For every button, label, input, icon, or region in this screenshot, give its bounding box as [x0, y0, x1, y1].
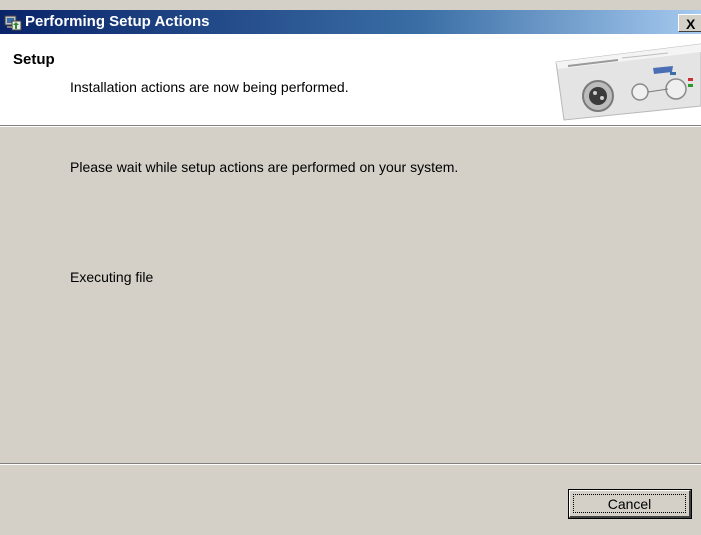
footer-divider [0, 463, 701, 465]
header-divider [0, 125, 701, 127]
installer-icon [4, 15, 22, 31]
close-button[interactable]: X [678, 14, 701, 32]
cancel-button[interactable]: Cancel [568, 489, 692, 519]
wizard-header: Setup Installation actions are now being… [0, 34, 701, 125]
window-title: Performing Setup Actions [25, 13, 210, 30]
wait-message: Please wait while setup actions are perf… [70, 159, 459, 175]
title-bar[interactable]: Performing Setup Actions X [0, 10, 701, 34]
status-text: Executing file [70, 269, 154, 285]
close-icon: X [686, 16, 696, 32]
audio-interface-image [555, 43, 701, 121]
header-subtitle: Installation actions are now being perfo… [70, 79, 349, 95]
cancel-button-label: Cancel [607, 496, 652, 512]
setup-dialog: Performing Setup Actions X Setup Install… [0, 0, 701, 535]
header-title: Setup [13, 51, 55, 68]
